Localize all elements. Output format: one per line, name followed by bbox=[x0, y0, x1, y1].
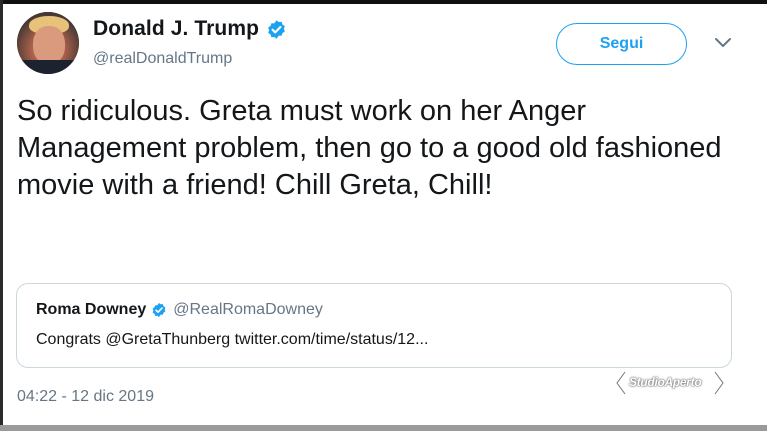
verified-badge-icon bbox=[268, 19, 285, 39]
quoted-author-handle: @RealRomaDowney bbox=[173, 301, 323, 318]
tweet-timestamp[interactable]: 04:22 - 12 dic 2019 bbox=[17, 388, 154, 406]
follow-button[interactable]: Segui bbox=[556, 23, 687, 65]
chevron-down-icon[interactable] bbox=[714, 36, 732, 50]
broadcaster-watermark: StudioAperto bbox=[615, 368, 727, 398]
quoted-author-name: Roma Downey bbox=[36, 301, 147, 318]
tweet-text: So ridiculous. Greta must work on her An… bbox=[17, 95, 722, 201]
author-name[interactable]: Donald J. Trump bbox=[93, 17, 259, 41]
quoted-tweet-text: Congrats @GretaThunberg twitter.com/time… bbox=[36, 331, 429, 348]
verified-badge-icon bbox=[152, 303, 166, 317]
quoted-tweet-header: Roma Downey @RealRomaDowney bbox=[36, 301, 323, 319]
author-avatar[interactable] bbox=[17, 12, 79, 74]
frame-edge-bottom bbox=[0, 425, 767, 431]
quoted-tweet-card[interactable]: Roma Downey @RealRomaDowney Congrats @Gr… bbox=[16, 283, 732, 368]
frame-edge-left bbox=[0, 0, 3, 431]
frame-edge-top bbox=[0, 0, 767, 4]
author-name-row: Donald J. Trump bbox=[93, 17, 287, 41]
author-handle[interactable]: @realDonaldTrump bbox=[93, 50, 232, 68]
watermark-label: StudioAperto bbox=[629, 375, 702, 389]
tweet-screenshot: Donald J. Trump @realDonaldTrump Segui S… bbox=[0, 0, 767, 431]
